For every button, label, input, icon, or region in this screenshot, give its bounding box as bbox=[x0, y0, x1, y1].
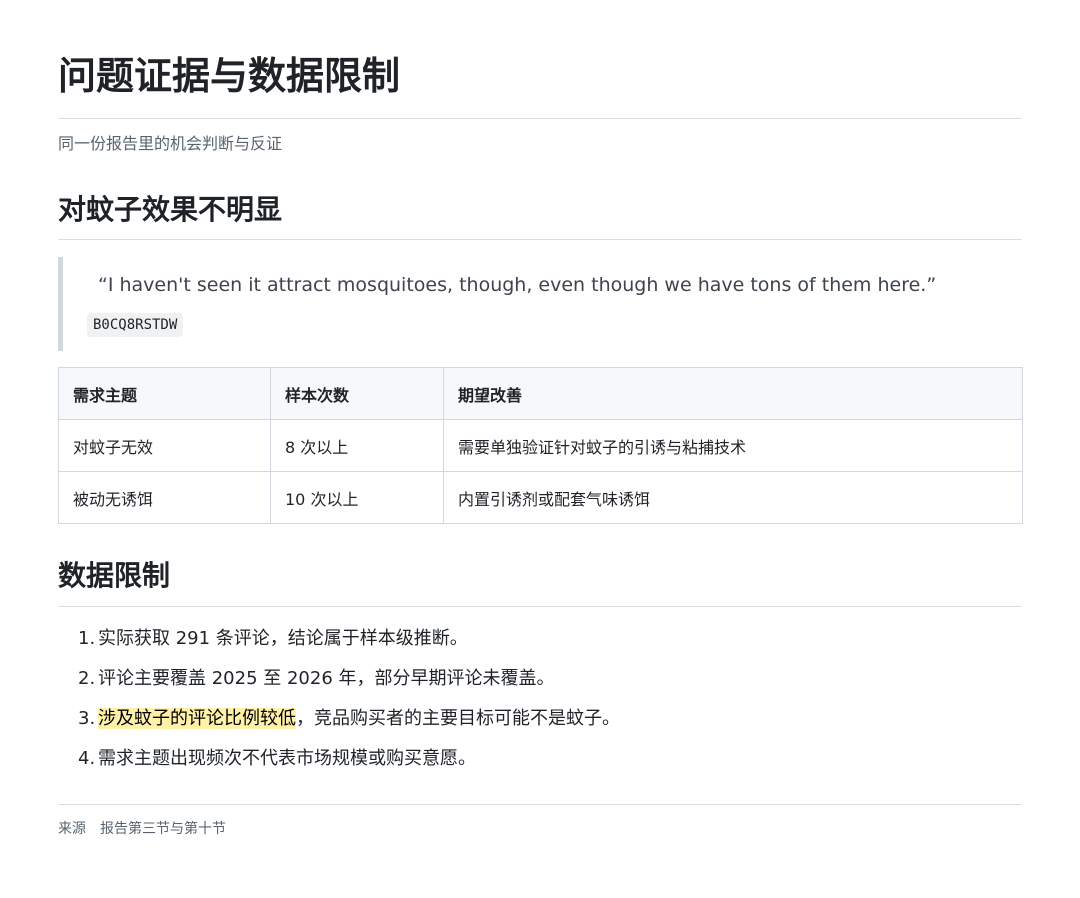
list-item: 2. 评论主要覆盖 2025 至 2026 年，部分早期评论未覆盖。 bbox=[78, 666, 620, 706]
limitations-list: 1. 实际获取 291 条评论，结论属于样本级推断。 2. 评论主要覆盖 2025 … bbox=[78, 626, 620, 786]
highlighted-text: 涉及蚊子的评论比例较低 bbox=[98, 708, 296, 729]
column-header: 样本次数 bbox=[270, 367, 444, 420]
page-subtitle: 同一份报告里的机会判断与反证 bbox=[58, 134, 283, 153]
list-item: 4. 需求主题出现频次不代表市场规模或购买意愿。 bbox=[78, 746, 620, 786]
footer-value: 报告第三节与第十节 bbox=[100, 821, 226, 837]
list-number: 4. bbox=[78, 748, 96, 769]
section-heading-mosquito: 对蚊子效果不明显 bbox=[58, 193, 283, 226]
table-cell: 10 次以上 bbox=[270, 471, 444, 524]
list-item-text: ，竞品购买者的主要目标可能不是蚊子。 bbox=[296, 708, 620, 729]
section-divider-mosquito bbox=[58, 239, 1022, 240]
list-number: 3. bbox=[78, 708, 96, 729]
footer-divider bbox=[58, 804, 1022, 805]
table-cell: 对蚊子无效 bbox=[58, 419, 271, 472]
list-item: 1. 实际获取 291 条评论，结论属于样本级推断。 bbox=[78, 626, 620, 666]
list-item-text: 需求主题出现频次不代表市场规模或购买意愿。 bbox=[98, 748, 476, 769]
table-cell: 被动无诱饵 bbox=[58, 471, 271, 524]
demand-table: 需求主题 样本次数 期望改善 对蚊子无效 8 次以上 需要单独验证针对蚊子的引诱… bbox=[58, 367, 1023, 524]
section-divider-limits bbox=[58, 606, 1022, 607]
title-divider bbox=[58, 118, 1022, 119]
column-header: 期望改善 bbox=[443, 367, 1023, 420]
quote-source-asin: B0CQ8RSTDW bbox=[87, 313, 184, 337]
list-item-text: 评论主要覆盖 2025 至 2026 年，部分早期评论未覆盖。 bbox=[98, 668, 555, 689]
table-row: 被动无诱饵 10 次以上 内置引诱剂或配套气味诱饵 bbox=[58, 471, 1023, 524]
quote-text: “I haven't seen it attract mosquitoes, t… bbox=[98, 274, 937, 296]
table-row: 对蚊子无效 8 次以上 需要单独验证针对蚊子的引诱与粘捕技术 bbox=[58, 419, 1023, 472]
list-item: 3. 涉及蚊子的评论比例较低，竞品购买者的主要目标可能不是蚊子。 bbox=[78, 706, 620, 746]
customer-quote: “I haven't seen it attract mosquitoes, t… bbox=[58, 257, 1022, 351]
page-title: 问题证据与数据限制 bbox=[58, 54, 401, 98]
table-cell: 需要单独验证针对蚊子的引诱与粘捕技术 bbox=[443, 419, 1023, 472]
list-number: 1. bbox=[78, 628, 96, 649]
column-header: 需求主题 bbox=[58, 367, 271, 420]
footer-label: 来源 bbox=[58, 821, 86, 837]
section-heading-limits: 数据限制 bbox=[58, 559, 171, 592]
table-header-row: 需求主题 样本次数 期望改善 bbox=[58, 367, 1023, 420]
list-number: 2. bbox=[78, 668, 96, 689]
list-item-text: 实际获取 291 条评论，结论属于样本级推断。 bbox=[98, 628, 468, 649]
source-footer: 来源 报告第三节与第十节 bbox=[58, 819, 226, 839]
table-cell: 内置引诱剂或配套气味诱饵 bbox=[443, 471, 1023, 524]
table-cell: 8 次以上 bbox=[270, 419, 444, 472]
